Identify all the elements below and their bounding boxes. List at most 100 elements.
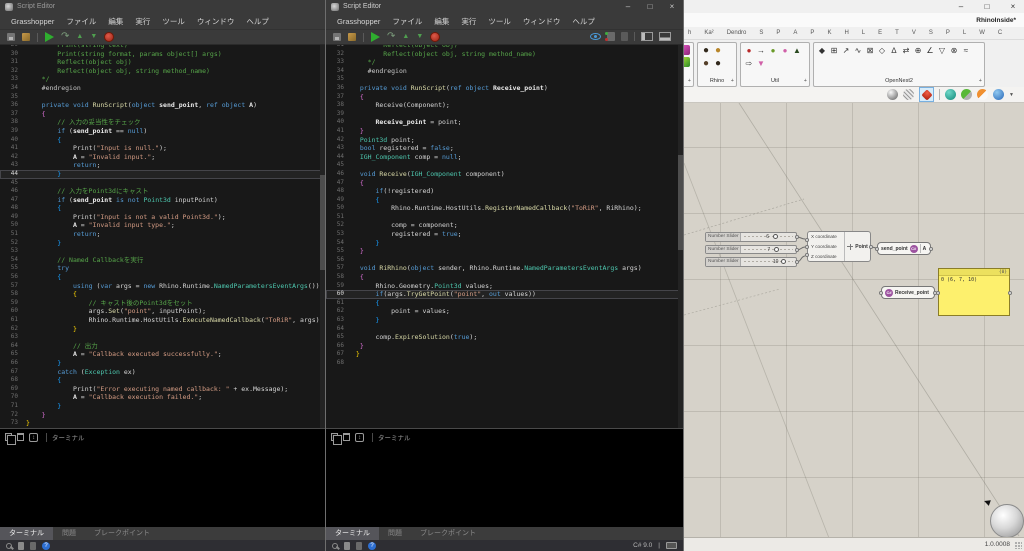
preview-eye-icon[interactable] <box>590 33 601 40</box>
input-nub-x[interactable] <box>805 238 809 242</box>
scrollbar-thumb[interactable] <box>678 155 683 250</box>
code-line[interactable]: 46 // 入力をPoint3dにキャスト <box>0 187 325 196</box>
layout-side-icon[interactable] <box>641 32 653 41</box>
code-line[interactable]: 34 #endregion <box>326 67 683 76</box>
slider-knob[interactable] <box>774 247 779 252</box>
file-icon[interactable] <box>18 542 24 550</box>
minimize-icon[interactable]: – <box>956 2 966 11</box>
help-icon[interactable] <box>42 542 50 550</box>
group-expand-icon[interactable]: + <box>804 76 807 86</box>
category-tab[interactable]: T <box>895 30 899 36</box>
code-line[interactable]: 67 } <box>326 350 683 359</box>
wireframe-sphere-icon[interactable] <box>903 89 914 100</box>
tab-breakpoints[interactable]: ブレークポイント <box>85 527 159 540</box>
code-line[interactable]: 68 { <box>0 376 325 385</box>
code-line[interactable]: 61 { <box>326 299 683 308</box>
code-line[interactable]: 51 return; <box>0 230 325 239</box>
code-line[interactable]: 59 Rhino.Geometry.Point3d values; <box>326 282 683 291</box>
code-line[interactable]: 63 <box>0 333 325 342</box>
scroll-lock-icon[interactable] <box>355 433 364 442</box>
code-editor[interactable]: 31 Reflect(object obj)32 Reflect(object … <box>326 45 683 428</box>
code-line[interactable]: 46 void Receive(IGH_Component component) <box>326 170 683 179</box>
menu-item[interactable]: ヘルプ <box>241 16 274 27</box>
slider-knob[interactable] <box>781 259 786 264</box>
category-tab[interactable]: C <box>998 30 1002 36</box>
cherries-icon[interactable]: ● <box>743 44 755 57</box>
menu-item[interactable]: ツール <box>483 16 516 27</box>
tab-breakpoints[interactable]: ブレークポイント <box>411 527 485 540</box>
receive-point-component[interactable]: C# Receive_point <box>881 286 935 299</box>
code-line[interactable]: 44 } <box>0 170 325 179</box>
opennest-icon[interactable]: ◇ <box>876 44 888 57</box>
hops-icon[interactable]: ● <box>767 44 779 57</box>
minimize-icon[interactable]: – <box>623 2 633 11</box>
maximize-icon[interactable]: □ <box>645 2 655 11</box>
code-line[interactable]: 70 A = "Callback execution failed."; <box>0 393 325 402</box>
clear-icon[interactable] <box>17 433 24 441</box>
restart-icon[interactable] <box>61 32 69 42</box>
panel-toggle-icon[interactable] <box>621 32 628 41</box>
opennest-icon[interactable]: ⊠ <box>864 44 876 57</box>
menu-item[interactable]: ツール <box>157 16 190 27</box>
output-nub[interactable] <box>795 235 799 239</box>
grasshopper-canvas[interactable]: Number Slider 6 Number Slider 7 Number S… <box>684 103 1024 537</box>
title-bar[interactable]: Script Editor – □ × <box>326 0 683 13</box>
selected-display-mode[interactable] <box>919 87 934 102</box>
code-line[interactable]: 50 Rhino.Runtime.HostUtils.RegisterNamed… <box>326 204 683 213</box>
category-tab[interactable]: P <box>946 30 950 36</box>
category-tab[interactable]: Dendro <box>727 30 747 36</box>
code-line[interactable]: 37 { <box>326 93 683 102</box>
slider-track[interactable]: 10 <box>741 258 796 266</box>
code-line[interactable]: 65 comp.ExpireSolution(true); <box>326 333 683 342</box>
code-line[interactable]: 52 } <box>0 239 325 248</box>
code-line[interactable]: 38 Receive(Component); <box>326 101 683 110</box>
menu-item[interactable]: ウィンドウ <box>518 16 566 27</box>
code-line[interactable]: 36 private void RunScript(object send_po… <box>0 101 325 110</box>
code-line[interactable]: 58 { <box>326 273 683 282</box>
code-line[interactable]: 45 <box>0 179 325 188</box>
code-line[interactable]: 52 comp = component; <box>326 221 683 230</box>
code-line[interactable]: 63 } <box>326 316 683 325</box>
code-line[interactable]: 53 registered = true; <box>326 230 683 239</box>
stop-icon[interactable] <box>430 32 440 42</box>
menu-item[interactable]: Grasshopper <box>6 17 59 26</box>
rhino-hatch-icon[interactable]: ● <box>712 44 724 57</box>
opennest-icon[interactable]: ⊗ <box>948 44 960 57</box>
output-nub[interactable] <box>795 260 799 264</box>
number-slider-2[interactable]: Number Slider 7 <box>705 245 797 255</box>
category-tab[interactable]: V <box>912 30 916 36</box>
group-expand-icon[interactable]: + <box>731 76 734 86</box>
package-icon[interactable] <box>348 33 356 41</box>
opennest-icon[interactable]: ≈ <box>960 44 972 57</box>
resize-grip[interactable] <box>1015 542 1022 549</box>
code-line[interactable]: 40 Receive_point = point; <box>326 118 683 127</box>
code-line[interactable]: 42 Point3d point; <box>326 136 683 145</box>
code-line[interactable]: 69 Print("Error executing named callback… <box>0 385 325 394</box>
number-slider-1[interactable]: Number Slider 6 <box>705 232 797 242</box>
code-line[interactable]: 60 args.Set("point", inputPoint); <box>0 307 325 316</box>
navigation-ball[interactable] <box>990 504 1024 537</box>
code-line[interactable]: 36 private void RunScript(ref object Rec… <box>326 84 683 93</box>
output-nub[interactable] <box>929 247 933 251</box>
opennest-icon[interactable]: ▽ <box>936 44 948 57</box>
code-line[interactable]: 66 } <box>0 359 325 368</box>
tab-problems[interactable]: 問題 <box>379 527 411 540</box>
arrow-outline-icon[interactable]: ⇨ <box>743 57 755 70</box>
slider-track[interactable]: 7 <box>741 246 796 254</box>
code-line[interactable]: 41 } <box>326 127 683 136</box>
code-line[interactable]: 56 <box>326 256 683 265</box>
menu-item[interactable]: 編集 <box>103 16 128 27</box>
tab-problems[interactable]: 問題 <box>53 527 85 540</box>
code-line[interactable]: 66 } <box>326 342 683 351</box>
search-icon[interactable] <box>332 543 338 549</box>
opennest-icon[interactable]: ◆ <box>816 44 828 57</box>
code-line[interactable]: 55 } <box>326 247 683 256</box>
input-nub[interactable] <box>879 291 883 295</box>
title-bar[interactable]: – □ × <box>684 0 1024 13</box>
file-icon[interactable] <box>344 542 350 550</box>
step-out-icon[interactable] <box>76 33 83 41</box>
code-line[interactable]: 49 { <box>326 196 683 205</box>
run-icon[interactable] <box>371 32 380 42</box>
opennest-icon[interactable]: ⊕ <box>912 44 924 57</box>
code-line[interactable]: 73} <box>0 419 325 428</box>
